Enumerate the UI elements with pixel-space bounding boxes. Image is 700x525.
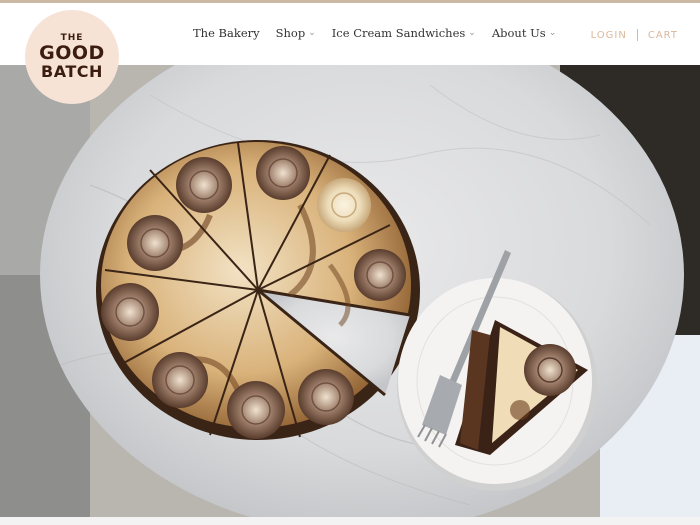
site-logo[interactable]: THE GOOD BATCH <box>25 10 119 104</box>
cart-link[interactable]: CART <box>648 30 678 41</box>
login-link[interactable]: LOGIN <box>591 30 627 41</box>
nav-item-label: The Bakery <box>193 26 260 40</box>
logo-text-line3: BATCH <box>41 62 103 81</box>
nav-item-the-bakery[interactable]: The Bakery <box>193 26 260 40</box>
nav-item-label: About Us <box>491 26 546 40</box>
chevron-down-icon: ⌄ <box>548 28 557 38</box>
main-nav: The Bakery Shop ⌄ Ice Cream Sandwiches ⌄… <box>193 26 572 40</box>
nav-item-shop[interactable]: Shop ⌄ <box>276 26 316 40</box>
chevron-down-icon: ⌄ <box>308 28 316 38</box>
logo-text-line2: GOOD <box>39 42 105 64</box>
divider <box>636 29 638 41</box>
nav-item-label: Shop <box>275 26 306 40</box>
cake-photo <box>0 65 700 525</box>
nav-item-label: Ice Cream Sandwiches <box>331 26 466 40</box>
account-links: LOGIN CART <box>591 29 678 41</box>
nav-item-ice-cream-sandwiches[interactable]: Ice Cream Sandwiches ⌄ <box>332 26 476 40</box>
nav-item-about-us[interactable]: About Us ⌄ <box>492 26 556 40</box>
chevron-down-icon: ⌄ <box>468 28 476 38</box>
hero-image <box>0 65 700 525</box>
